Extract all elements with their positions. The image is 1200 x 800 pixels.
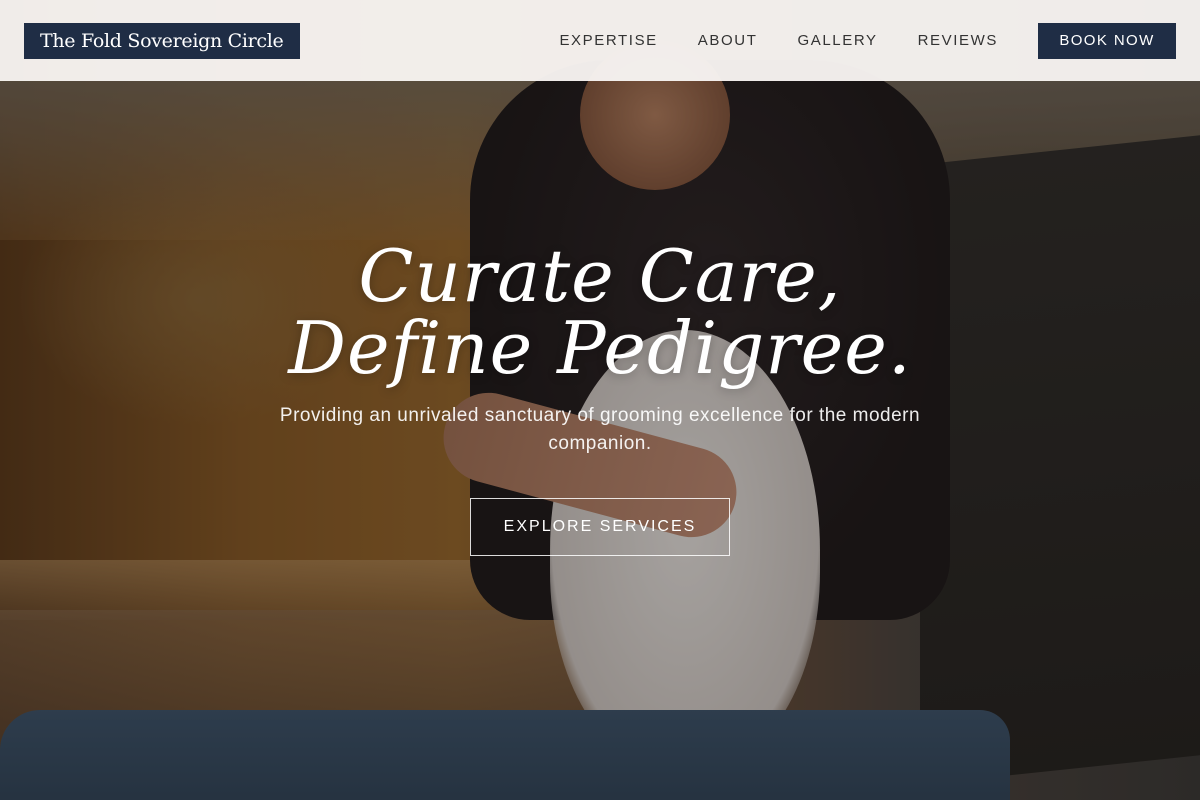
nav-link-gallery[interactable]: GALLERY — [797, 32, 877, 49]
hero-headline: Curate Care, Define Pedigree. — [0, 240, 1200, 384]
site-header: The Fold Sovereign Circle EXPERTISE ABOU… — [0, 0, 1200, 81]
brand-logo[interactable]: The Fold Sovereign Circle — [24, 22, 300, 59]
hero-headline-line2: Define Pedigree. — [288, 306, 912, 390]
main-nav: EXPERTISE ABOUT GALLERY REVIEWS BOOK NOW — [559, 22, 1176, 59]
book-now-button[interactable]: BOOK NOW — [1038, 22, 1176, 59]
nav-link-expertise[interactable]: EXPERTISE — [559, 32, 657, 49]
nav-link-reviews[interactable]: REVIEWS — [918, 32, 998, 49]
nav-link-about[interactable]: ABOUT — [698, 32, 758, 49]
hero-content: Curate Care, Define Pedigree. Providing … — [0, 240, 1200, 556]
hero-subheadline: Providing an unrivaled sanctuary of groo… — [279, 405, 921, 454]
explore-services-button[interactable]: EXPLORE SERVICES — [470, 498, 730, 556]
